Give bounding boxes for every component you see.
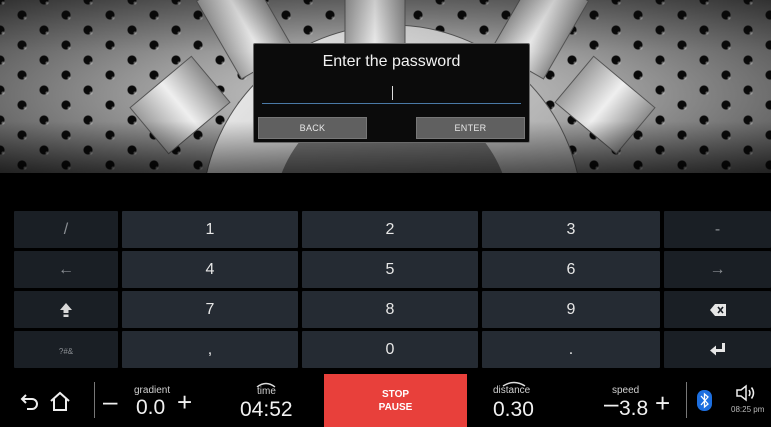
speed-value: 3.8 [619,397,649,420]
key-symbols[interactable]: ?#& [14,331,118,368]
key-minus[interactable]: - [664,211,771,248]
password-dialog: Enter the password BACK ENTER [253,43,530,143]
key-9[interactable]: 9 [482,291,660,328]
bluetooth-icon [700,392,709,409]
key-slash[interactable]: / [14,211,118,248]
password-input[interactable] [262,80,521,104]
gradient-decrease-button[interactable]: – [103,388,117,414]
key-enter[interactable] [664,331,771,368]
key-minus-label: - [714,221,721,238]
pause-label: PAUSE [378,402,413,413]
key-4[interactable]: 4 [122,251,298,288]
time-label: time [257,386,276,397]
distance-label: distance [493,385,531,396]
key-8[interactable]: 8 [302,291,478,328]
enter-icon [709,343,725,356]
divider [686,382,687,418]
key-period[interactable]: . [482,331,660,368]
dialog-title: Enter the password [322,53,461,70]
home-icon[interactable] [49,391,71,411]
enter-button[interactable]: ENTER [416,117,525,139]
key-backspace[interactable] [664,291,771,328]
key-symbols-label: ?#& [58,347,74,356]
speed-label: speed [612,385,640,396]
shift-icon [60,302,72,317]
back-button[interactable]: BACK [258,117,367,139]
text-caret [391,86,393,100]
key-6[interactable]: 6 [482,251,660,288]
gradient-increase-button[interactable]: + [177,389,192,415]
key-5[interactable]: 5 [302,251,478,288]
key-0[interactable]: 0 [302,331,478,368]
gradient-value: 0.0 [136,396,166,419]
divider [94,382,95,418]
arrow-right-icon: → [709,261,726,278]
key-1[interactable]: 1 [122,211,298,248]
bottom-control-bar: – gradient 0.0 + time 04:52 STOP PAUSE d… [0,374,771,427]
speed-increase-button[interactable]: + [655,390,670,416]
back-arrow-icon[interactable] [20,391,40,411]
key-7[interactable]: 7 [122,291,298,328]
key-arrow-right[interactable]: → [664,251,771,288]
stop-pause-button[interactable]: STOP PAUSE [324,374,467,427]
arrow-left-icon: ← [58,261,74,278]
key-slash-label: / [63,221,69,238]
gradient-label: gradient [134,385,171,396]
stop-label: STOP [381,389,410,400]
key-3[interactable]: 3 [482,211,660,248]
clock: 08:25 pm [731,405,765,414]
backspace-icon [709,303,726,316]
key-shift[interactable] [14,291,118,328]
time-value: 04:52 [240,398,293,421]
key-2[interactable]: 2 [302,211,478,248]
key-comma[interactable]: , [122,331,298,368]
numeric-keypad: / 1 2 3 - ← 4 5 6 → 7 8 9 ?#& , 0 . [14,211,771,368]
volume-icon[interactable] [735,384,757,402]
bluetooth-button[interactable] [697,390,712,411]
distance-value: 0.30 [493,398,534,421]
key-arrow-left[interactable]: ← [14,251,118,288]
